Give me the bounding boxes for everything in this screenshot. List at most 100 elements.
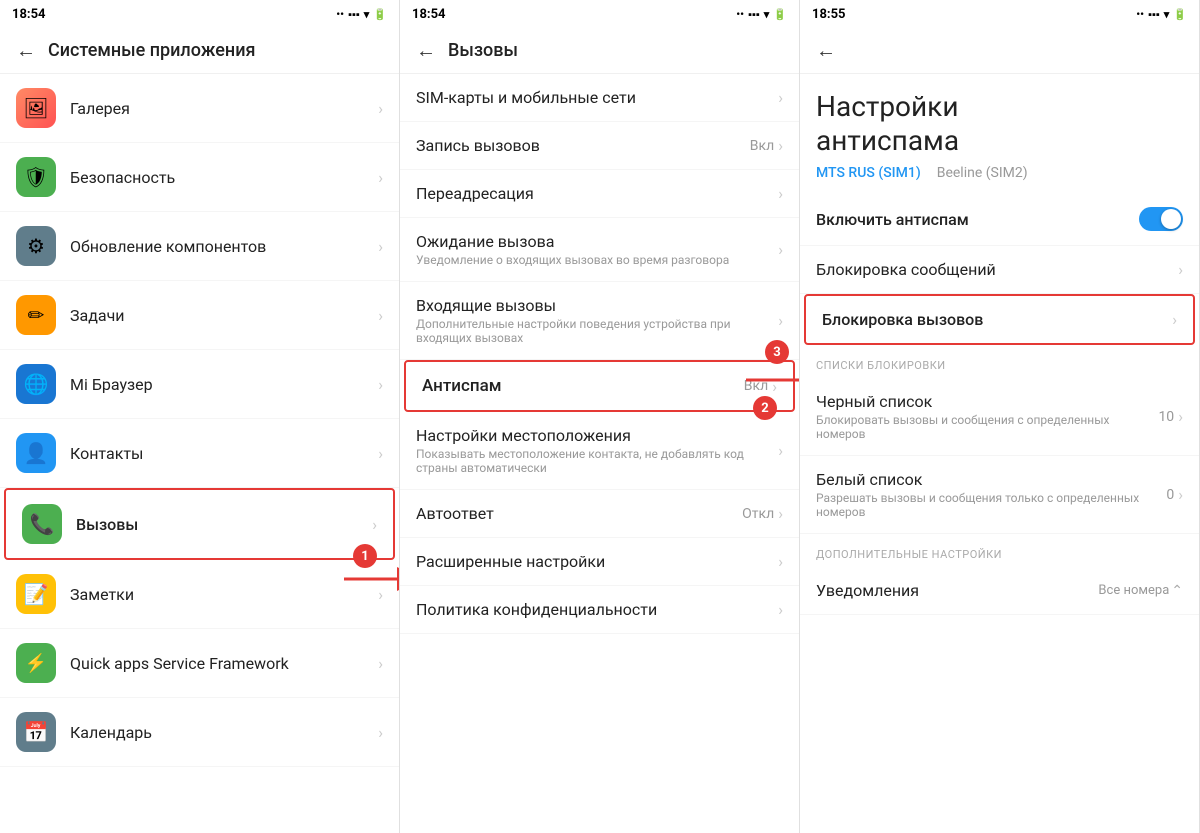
- list-item-whitelist[interactable]: Белый список Разрешать вызовы и сообщени…: [800, 456, 1199, 534]
- block-messages-title: Блокировка сообщений: [816, 260, 1178, 279]
- contacts-text: Контакты: [70, 444, 378, 463]
- chevron-sim: ›: [778, 88, 783, 107]
- panel-calls: 18:54 •• ▪▪▪ ▾ 🔋 ← Вызовы SIM-карты и мо…: [400, 0, 800, 833]
- list-item-contacts[interactable]: 👤 Контакты ›: [0, 419, 399, 488]
- list-item-gallery[interactable]: 🖼 Галерея ›: [0, 74, 399, 143]
- chevron-calls: ›: [372, 515, 377, 534]
- chevron-update: ›: [378, 237, 383, 256]
- sim-text: SIM-карты и мобильные сети: [416, 88, 778, 107]
- panel-system-apps: 18:54 •• ▪▪▪ ▾ 🔋 ← Системные приложения …: [0, 0, 400, 833]
- list-item-calendar[interactable]: 📅 Календарь ›: [0, 698, 399, 767]
- list-item-incoming[interactable]: Входящие вызовы Дополнительные настройки…: [400, 282, 799, 360]
- update-icon: ⚙: [16, 226, 56, 266]
- calendar-title: Календарь: [70, 723, 378, 742]
- list-item-privacy[interactable]: Политика конфиденциальности ›: [400, 586, 799, 634]
- blacklist-title: Черный список: [816, 392, 1158, 411]
- calendar-text: Календарь: [70, 723, 378, 742]
- record-value: Вкл: [750, 138, 774, 154]
- status-icons-1: •• ▪▪▪ ▾ 🔋: [336, 8, 387, 21]
- chevron-location: ›: [778, 441, 783, 460]
- tasks-text: Задачи: [70, 306, 378, 325]
- chevron-calendar: ›: [378, 723, 383, 742]
- antispam-settings-title: Настройкиантиспама: [800, 74, 1199, 165]
- autoanswer-text: Автоответ: [416, 504, 742, 523]
- notes-text: Заметки: [70, 585, 378, 604]
- list-item-notifications[interactable]: Уведомления Все номера ⌃: [800, 567, 1199, 615]
- list-item-autoanswer[interactable]: Автоответ Откл ›: [400, 490, 799, 538]
- quick-text: Quick apps Service Framework: [70, 654, 378, 673]
- calls-list: SIM-карты и мобильные сети › Запись вызо…: [400, 74, 799, 833]
- panel-antispam-settings: 18:55 •• ▪▪▪ ▾ 🔋 ← Настройкиантиспама MT…: [800, 0, 1200, 833]
- list-item-tasks[interactable]: ✏ Задачи ›: [0, 281, 399, 350]
- chevron-forward: ›: [778, 184, 783, 203]
- list-item-notes[interactable]: 📝 Заметки ›: [0, 560, 399, 629]
- block-calls-title: Блокировка вызовов: [822, 310, 1172, 329]
- back-button-1[interactable]: ←: [16, 38, 36, 63]
- list-item-blacklist[interactable]: Черный список Блокировать вызовы и сообщ…: [800, 378, 1199, 456]
- tasks-icon: ✏: [16, 295, 56, 335]
- chevron-privacy: ›: [778, 600, 783, 619]
- list-item-location[interactable]: Настройки местоположения Показывать мест…: [400, 412, 799, 490]
- update-title: Обновление компонентов: [70, 237, 378, 256]
- list-item-waiting[interactable]: Ожидание вызова Уведомление о входящих в…: [400, 218, 799, 282]
- list-item-record[interactable]: Запись вызовов Вкл ›: [400, 122, 799, 170]
- security-icon: 🛡: [16, 157, 56, 197]
- list-item-block-calls[interactable]: Блокировка вызовов ›: [804, 294, 1195, 345]
- list-item-block-messages[interactable]: Блокировка сообщений ›: [800, 246, 1199, 294]
- list-item-quick[interactable]: ⚡ Quick apps Service Framework ›: [0, 629, 399, 698]
- antispam-title: Антиспам: [422, 376, 744, 396]
- advanced-title: Расширенные настройки: [416, 552, 778, 571]
- antispam-value: Вкл: [744, 378, 768, 394]
- battery-icon: 🔋: [373, 8, 387, 21]
- list-item-security[interactable]: 🛡 Безопасность ›: [0, 143, 399, 212]
- antispam-toggle[interactable]: [1139, 207, 1183, 231]
- chevron-notes: ›: [378, 585, 383, 604]
- wifi-icon-2: ▾: [764, 8, 770, 21]
- chevron-autoanswer: ›: [778, 504, 783, 523]
- antispam-text: Антиспам: [422, 376, 744, 396]
- list-item-update[interactable]: ⚙ Обновление компонентов ›: [0, 212, 399, 281]
- antispam-toggle-row: Включить антиспам: [800, 193, 1199, 246]
- quick-icon: ⚡: [16, 643, 56, 683]
- sim2-tab[interactable]: Beeline (SIM2): [937, 165, 1028, 181]
- list-item-browser[interactable]: 🌐 Mi Браузер ›: [0, 350, 399, 419]
- contacts-title: Контакты: [70, 444, 378, 463]
- gallery-text: Галерея: [70, 99, 378, 118]
- security-title: Безопасность: [70, 168, 378, 187]
- status-bar-1: 18:54 •• ▪▪▪ ▾ 🔋: [0, 0, 399, 28]
- header-3: ←: [800, 28, 1199, 74]
- quick-title: Quick apps Service Framework: [70, 654, 378, 673]
- whitelist-count: 0: [1166, 487, 1174, 503]
- signal-icon-2: ▪▪▪: [748, 8, 760, 21]
- blacklist-text: Черный список Блокировать вызовы и сообщ…: [816, 392, 1158, 441]
- back-button-2[interactable]: ←: [416, 38, 436, 63]
- sim1-tab[interactable]: MTS RUS (SIM1): [816, 165, 921, 181]
- signal-icon-3: ▪▪▪: [1148, 8, 1160, 21]
- forward-text: Переадресация: [416, 184, 778, 203]
- blacklist-subtitle: Блокировать вызовы и сообщения с определ…: [816, 413, 1158, 441]
- calendar-icon: 📅: [16, 712, 56, 752]
- back-button-3[interactable]: ←: [816, 38, 836, 63]
- chevron-block-calls: ›: [1172, 310, 1177, 329]
- location-subtitle: Показывать местоположение контакта, не д…: [416, 447, 778, 475]
- list-item-antispam[interactable]: Антиспам Вкл › 2: [404, 360, 795, 412]
- list-item-calls[interactable]: 📞 Вызовы › 1: [4, 488, 395, 560]
- chevron-antispam: ›: [772, 377, 777, 396]
- time-3: 18:55: [812, 7, 846, 22]
- chevron-advanced: ›: [778, 552, 783, 571]
- whitelist-subtitle: Разрешать вызовы и сообщения только с оп…: [816, 491, 1166, 519]
- list-item-sim[interactable]: SIM-карты и мобильные сети ›: [400, 74, 799, 122]
- chevron-tasks: ›: [378, 306, 383, 325]
- additional-section-label: ДОПОЛНИТЕЛЬНЫЕ НАСТРОЙКИ: [800, 534, 1199, 567]
- time-2: 18:54: [412, 7, 446, 22]
- notifications-value: Все номера: [1098, 583, 1169, 598]
- advanced-text: Расширенные настройки: [416, 552, 778, 571]
- sim-title: SIM-карты и мобильные сети: [416, 88, 778, 107]
- list-item-advanced[interactable]: Расширенные настройки ›: [400, 538, 799, 586]
- chevron-record: ›: [778, 136, 783, 155]
- list-item-forward[interactable]: Переадресация ›: [400, 170, 799, 218]
- incoming-text: Входящие вызовы Дополнительные настройки…: [416, 296, 778, 345]
- block-messages-text: Блокировка сообщений: [816, 260, 1178, 279]
- block-calls-text: Блокировка вызовов: [822, 310, 1172, 329]
- block-lists-section-label: СПИСКИ БЛОКИРОВКИ: [800, 345, 1199, 378]
